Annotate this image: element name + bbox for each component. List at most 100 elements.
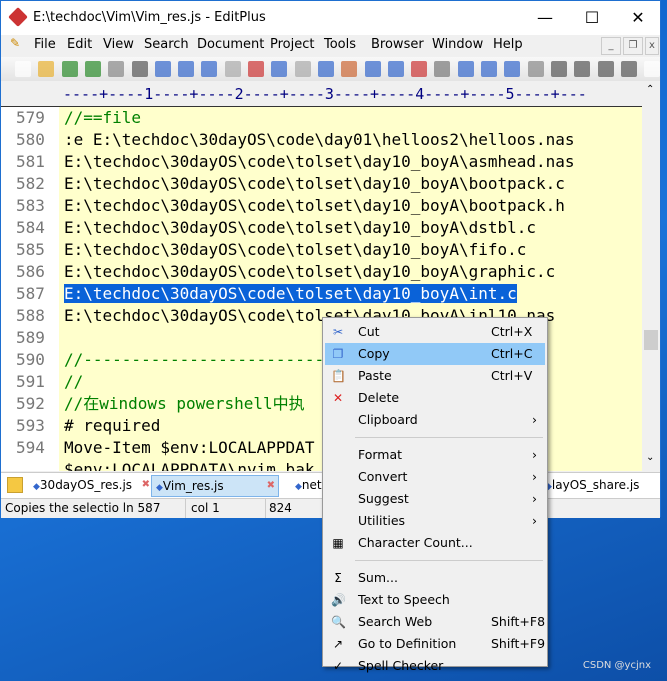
mdi-minimize-button[interactable]: _ [601,37,621,55]
line-text: //==file [64,108,142,127]
menu-item-delete[interactable]: ✕ Delete [325,387,545,409]
code-line[interactable]: //------------------------- [64,349,324,371]
tab-close-icon[interactable]: ✖ [267,476,275,496]
print-preview-icon[interactable] [108,61,125,77]
code-line[interactable]: $env:LOCALAPPDATA\nvim.bak [64,459,314,471]
code-line[interactable]: E:\techdoc\30dayOS\code\tolset\day10_boy… [64,151,575,173]
paste-icon[interactable] [248,61,264,77]
menu-item-spell-checker[interactable]: ✓ Spell Checker [325,655,545,677]
scroll-up-icon[interactable]: ⌃ [646,84,654,95]
line-number: 594 [16,438,45,457]
menu-item-convert[interactable]: Convert › [325,466,545,488]
menu-separator [355,560,543,561]
menu-edit[interactable]: Edit [67,37,92,52]
code-line[interactable]: E:\techdoc\30dayOS\code\tolset\day10_boy… [64,239,526,261]
line-number: 593 [16,416,45,435]
menu-window[interactable]: Window [432,37,483,52]
panel-icon[interactable] [597,61,614,77]
settings-icon[interactable] [550,61,567,77]
save-all-icon[interactable] [84,61,101,77]
close-button[interactable]: ✕ [615,5,661,31]
tab-layos-share-js[interactable]: ◆layOS_share.js✖ [541,475,639,512]
line-text: E:\techdoc\30dayOS\code\tolset\day10_boy… [64,196,565,215]
tab-close-icon[interactable]: ✖ [142,475,150,495]
code-line[interactable]: # required [64,415,160,437]
scroll-down-icon[interactable]: ⌄ [646,452,654,463]
menu-project[interactable]: Project [270,37,314,52]
scrollbar-thumb[interactable] [644,330,658,350]
goto-icon[interactable] [387,61,404,77]
menu-tools[interactable]: Tools [324,37,356,52]
menu-item-utilities[interactable]: Utilities › [325,510,545,532]
mdi-restore-button[interactable]: ❐ [623,37,643,55]
mdi-close-button[interactable]: x [645,37,659,55]
code-line[interactable]: //==file [64,107,141,129]
open-icon[interactable] [38,61,55,77]
menu-item-character-count[interactable]: ▦ Character Count... [325,532,545,554]
menu-item-clipboard[interactable]: Clipboard › [325,409,545,431]
code-line[interactable]: E:\techdoc\30dayOS\code\tolset\day10_boy… [64,195,565,217]
code-line[interactable]: E:\techdoc\30dayOS\code\tolset\day10_boy… [64,261,555,283]
line-text: # required [64,416,161,435]
menu-item-label: Paste [358,368,392,383]
minimize-button[interactable]: — [522,5,568,31]
code-line[interactable]: E:\techdoc\30dayOS\code\tolset\day10_boy… [64,173,565,195]
chevron-right-icon: › [532,469,537,484]
replace-icon[interactable] [364,61,381,77]
indent-icon[interactable] [504,61,521,77]
tool-icon[interactable] [620,61,637,77]
cut-icon[interactable] [201,61,218,77]
tab-30dayos-res-js[interactable]: ◆30dayOS_res.js ✖ [29,475,153,495]
menu-item-label: Search Web [358,614,433,629]
menu-search[interactable]: Search [144,37,189,52]
code-line[interactable]: E:\techdoc\30dayOS\code\tolset\day10_boy… [64,217,536,239]
code-line[interactable]: //在windows powershell中执 [64,393,305,415]
delete-icon[interactable] [271,61,288,77]
new-file-icon[interactable] [15,61,31,77]
menu-item-cut[interactable]: ✂ Cut Ctrl+X [325,321,545,343]
menu-item-text-to-speech[interactable]: 🔊 Text to Speech [325,589,545,611]
watermark: CSDN @ycjnx [582,660,651,671]
find-icon[interactable] [341,61,358,77]
menu-item-copy[interactable]: ❐ Copy Ctrl+C [325,343,545,365]
hex-icon[interactable] [457,61,474,77]
menu-document[interactable]: Document [197,37,264,52]
menu-file[interactable]: File [34,37,56,52]
save-icon[interactable] [61,61,78,77]
line-text: E:\techdoc\30dayOS\code\tolset\day10_boy… [64,152,575,171]
vertical-scrollbar[interactable]: ⌃ ⌄ [642,82,660,471]
code-line[interactable]: :e E:\techdoc\30dayOS\code\day01\helloos… [64,129,575,151]
menu-item-paste[interactable]: 📋 Paste Ctrl+V [325,365,545,387]
spell-check-icon[interactable] [154,61,171,77]
menu-view[interactable]: View [103,37,134,52]
folder-icon[interactable] [7,477,23,493]
tab-vim-res-js[interactable]: ◆Vim_res.js ✖ [151,475,279,497]
line-text: //------------------------- [64,350,325,369]
copy-icon[interactable] [224,61,241,77]
line-numbers-icon[interactable] [411,61,428,77]
maximize-button[interactable]: ☐ [569,5,615,31]
code-line[interactable]: Move-Item $env:LOCALAPPDAT [64,437,314,459]
menu-item-sum[interactable]: Σ Sum... [325,567,545,589]
line-text: Move-Item $env:LOCALAPPDAT [64,438,315,457]
menu-help[interactable]: Help [493,37,523,52]
menu-item-search-web[interactable]: 🔍 Search Web Shift+F8 [325,611,545,633]
code-line[interactable]: // [64,371,83,393]
export-icon[interactable] [644,61,661,77]
menu-item-shortcut: Ctrl+C [491,346,533,361]
undo-icon[interactable] [294,61,311,77]
list-icon[interactable] [574,61,591,77]
menu-item-shortcut: Shift+F8 [491,614,546,629]
print-icon[interactable] [131,61,148,77]
font-size-icon[interactable] [434,61,451,77]
redo-icon[interactable] [317,61,334,77]
html-preview-icon[interactable] [178,61,195,77]
menu-browser[interactable]: Browser [371,37,424,52]
code-line[interactable]: E:\techdoc\30dayOS\code\tolset\day10_boy… [64,283,517,305]
delete-icon: ✕ [332,391,344,405]
menu-item-format[interactable]: Format › [325,444,545,466]
menu-item-go-to-definition[interactable]: ↗ Go to Definition Shift+F9 [325,633,545,655]
column-icon[interactable] [527,61,544,77]
word-wrap-icon[interactable] [481,61,497,77]
menu-item-suggest[interactable]: Suggest › [325,488,545,510]
